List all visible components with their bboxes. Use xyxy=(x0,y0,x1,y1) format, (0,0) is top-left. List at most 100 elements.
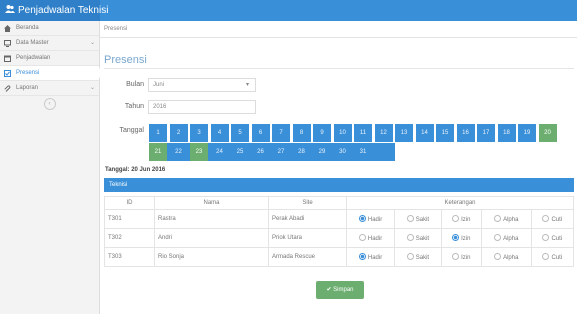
day-button[interactable]: 23 xyxy=(190,143,208,161)
day-button[interactable]: 19 xyxy=(518,124,536,142)
day-button[interactable]: 18 xyxy=(497,124,516,142)
monitor-icon xyxy=(4,40,11,47)
radio-button[interactable] xyxy=(452,215,460,222)
radio-cuti[interactable]: Cuti xyxy=(542,215,563,223)
cell-id: T301 xyxy=(104,209,155,229)
day-button[interactable]: 14 xyxy=(415,124,434,142)
cell-option: Izin xyxy=(440,228,482,248)
radio-izin[interactable]: Izin xyxy=(452,253,471,261)
day-button[interactable]: 8 xyxy=(292,124,311,142)
radio-button[interactable] xyxy=(542,215,550,222)
day-button[interactable]: 21 xyxy=(149,143,167,161)
day-button[interactable]: 20 xyxy=(538,124,557,142)
radio-label: Cuti xyxy=(551,217,563,223)
home-icon xyxy=(4,25,11,32)
save-button[interactable]: ✔ Simpan xyxy=(316,281,364,299)
radio-label: Izin xyxy=(461,255,471,261)
radio-izin[interactable]: Izin xyxy=(452,215,470,223)
radio-button[interactable] xyxy=(406,215,414,222)
day-button[interactable]: 26 xyxy=(251,143,270,161)
radio-sakit[interactable]: Sakit xyxy=(406,215,429,223)
radio-button[interactable] xyxy=(542,253,550,260)
tanggal-label: Tanggal xyxy=(119,127,144,134)
check-square-icon xyxy=(4,70,11,77)
day-button[interactable]: 2 xyxy=(169,124,188,142)
radio-button[interactable] xyxy=(494,215,502,222)
radio-label: Alpha xyxy=(503,255,519,261)
sidebar-item-label: Penjadwalan xyxy=(16,55,51,61)
radio-sakit[interactable]: Sakit xyxy=(406,234,429,242)
top-bar: Penjadwalan Teknisi xyxy=(0,0,577,21)
chevron-left-circle-icon[interactable]: ‹ xyxy=(43,98,56,110)
radio-alpha[interactable]: Alpha xyxy=(494,215,518,223)
day-button[interactable]: 17 xyxy=(477,124,495,142)
sidebar-item-data-master[interactable]: Data Master ⌄ xyxy=(0,36,99,51)
day-button[interactable]: 13 xyxy=(395,124,413,142)
sidebar-item-label: Presensi xyxy=(16,70,40,76)
radio-sakit[interactable]: Sakit xyxy=(406,253,429,261)
bulan-select[interactable]: Juni ▾ xyxy=(148,78,256,92)
cell-id: T303 xyxy=(104,247,155,267)
title-divider xyxy=(104,68,574,69)
day-button[interactable]: 3 xyxy=(190,124,208,142)
day-button[interactable]: 7 xyxy=(272,124,290,142)
radio-button[interactable] xyxy=(452,234,460,241)
radio-izin[interactable]: Izin xyxy=(452,234,471,242)
day-button[interactable]: 5 xyxy=(231,124,249,142)
selected-date-label: Tanggal: 20 Jun 2016 xyxy=(105,167,166,173)
day-button[interactable]: 4 xyxy=(210,124,229,142)
radio-alpha[interactable]: Alpha xyxy=(494,234,519,242)
header-site: Site xyxy=(268,196,347,210)
radio-button[interactable] xyxy=(406,253,414,260)
day-button[interactable]: 1 xyxy=(149,124,167,142)
cell-option: Sakit xyxy=(394,209,442,229)
cell-option: Cuti xyxy=(530,209,575,229)
day-button[interactable]: 11 xyxy=(354,124,372,142)
radio-hadir[interactable]: Hadir xyxy=(358,234,382,242)
day-button[interactable]: 9 xyxy=(313,124,331,142)
radio-button[interactable] xyxy=(494,234,502,241)
day-button[interactable]: 25 xyxy=(231,143,249,161)
panel-header: Teknisi xyxy=(104,178,574,192)
tahun-input[interactable]: 2016 xyxy=(148,100,256,114)
day-button[interactable]: 24 xyxy=(210,143,229,161)
cell-option: Hadir xyxy=(345,228,396,248)
radio-label: Izin xyxy=(461,236,471,242)
day-button[interactable]: 29 xyxy=(313,143,331,161)
caret-down-icon: ▾ xyxy=(245,82,249,88)
radio-label: Hadir xyxy=(367,255,383,261)
radio-button[interactable] xyxy=(358,215,366,222)
day-button[interactable]: 16 xyxy=(456,124,475,142)
radio-label: Alpha xyxy=(503,236,519,242)
radio-button[interactable] xyxy=(358,253,366,260)
table-row: T301 Rastra Perak Abadi Hadir Sakit Izin Alpha… xyxy=(104,209,575,229)
radio-hadir[interactable]: Hadir xyxy=(358,253,383,261)
radio-cuti[interactable]: Cuti xyxy=(542,253,562,261)
day-button[interactable]: 22 xyxy=(169,143,188,161)
radio-button[interactable] xyxy=(406,234,414,241)
day-button[interactable]: 27 xyxy=(272,143,290,161)
presensi-table: ID Nama Site Keterangan T301 Rastra Perak … xyxy=(104,196,575,267)
day-button[interactable]: 31 xyxy=(354,143,372,161)
radio-button[interactable] xyxy=(452,253,460,260)
app-brand[interactable]: Penjadwalan Teknisi xyxy=(0,0,108,21)
sidebar-item-penjadwalan[interactable]: Penjadwalan xyxy=(0,51,99,66)
cell-option: Alpha xyxy=(480,247,532,267)
radio-cuti[interactable]: Cuti xyxy=(542,234,562,242)
day-button[interactable]: 12 xyxy=(374,124,393,142)
sidebar-item-laporan[interactable]: Laporan ⌄ xyxy=(0,81,99,96)
day-button[interactable]: 28 xyxy=(292,143,311,161)
sidebar: Beranda Data Master ⌄ Penjadwalan Presen… xyxy=(0,21,105,314)
radio-button[interactable] xyxy=(542,234,550,241)
sidebar-item-presensi[interactable]: Presensi xyxy=(0,66,105,81)
day-button[interactable]: 15 xyxy=(436,124,454,142)
radio-hadir[interactable]: Hadir xyxy=(358,215,382,223)
sidebar-item-beranda[interactable]: Beranda xyxy=(0,21,99,36)
radio-button[interactable] xyxy=(494,253,502,260)
paperclip-icon xyxy=(4,85,11,92)
day-button[interactable]: 30 xyxy=(333,143,352,161)
radio-alpha[interactable]: Alpha xyxy=(494,253,519,261)
day-button[interactable]: 6 xyxy=(251,124,270,142)
day-button[interactable]: 10 xyxy=(333,124,352,142)
radio-button[interactable] xyxy=(358,234,366,241)
